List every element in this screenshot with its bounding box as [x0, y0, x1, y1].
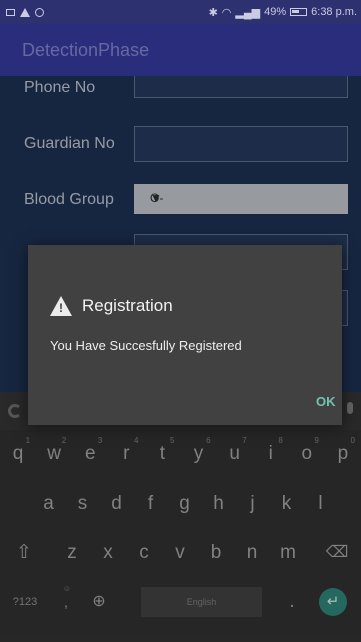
dialog-title: Registration [82, 296, 173, 315]
status-bar-system: ✱ ◠ ▂▄▆ 49% 6:38 p.m. [209, 6, 357, 19]
ok-button[interactable]: OK [316, 394, 336, 409]
warning-notification-icon [20, 7, 30, 17]
registration-dialog: ! Registration You Have Succesfully Regi… [28, 245, 342, 425]
signal-icon: ▂▄▆ [235, 6, 261, 19]
battery-percent: 49% [264, 6, 287, 18]
status-bar-notifications [6, 7, 44, 17]
warning-icon: ! [50, 296, 72, 316]
bluetooth-icon: ✱ [208, 6, 218, 19]
sync-notification-icon [35, 7, 44, 17]
dialog-header: ! Registration [50, 296, 173, 316]
battery-icon [290, 8, 308, 16]
image-notification-icon [6, 8, 15, 16]
status-bar: ✱ ◠ ▂▄▆ 49% 6:38 p.m. [0, 0, 361, 24]
dialog-message: You Have Succesfully Registered [50, 338, 242, 353]
wifi-icon: ◠ [221, 6, 232, 19]
clock: 6:38 p.m. [311, 6, 357, 18]
